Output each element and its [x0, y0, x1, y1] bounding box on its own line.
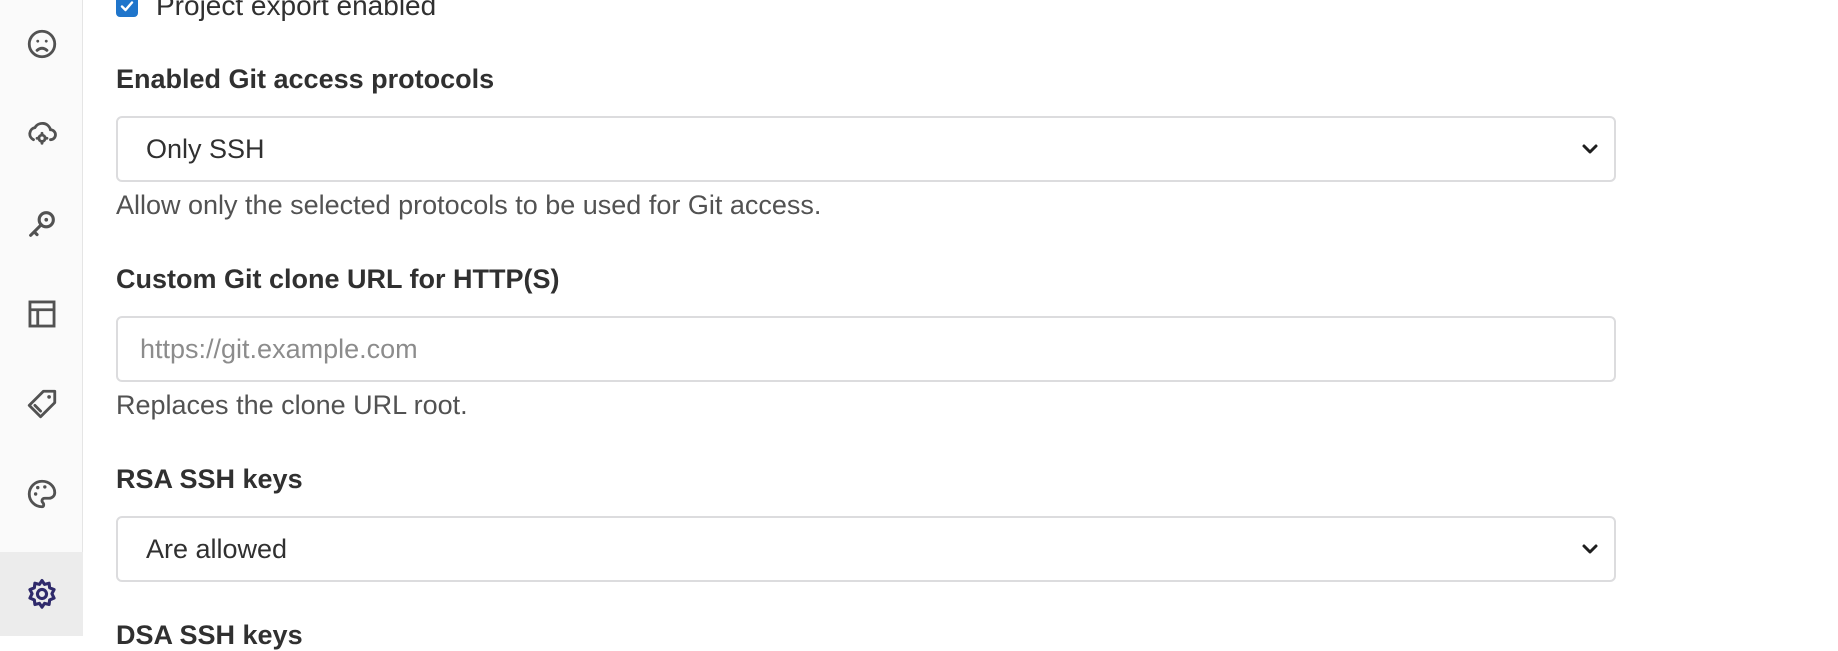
- key-icon: [28, 211, 55, 237]
- settings-gear-icon: [27, 578, 56, 609]
- clone-url-input[interactable]: [138, 332, 1614, 366]
- rsa-keys-label: RSA SSH keys: [116, 464, 303, 494]
- clone-url-label: Custom Git clone URL for HTTP(S): [116, 264, 560, 294]
- git-protocols-value: Only SSH: [146, 133, 265, 164]
- checkmark-icon: [120, 1, 134, 12]
- sidebar-item-settings[interactable]: [0, 552, 83, 636]
- project-export-label: Project export enabled: [156, 0, 437, 21]
- project-export-row: Project export enabled: [116, 0, 436, 22]
- sidebar-item-templates[interactable]: [0, 284, 83, 344]
- chevron-down-icon: [1582, 144, 1598, 154]
- clone-url-help: Replaces the clone URL root.: [116, 390, 468, 420]
- project-export-checkbox[interactable]: [116, 0, 138, 17]
- label-tag-icon: [27, 389, 56, 419]
- rsa-keys-value: Are allowed: [146, 533, 288, 564]
- palette-icon: [27, 479, 56, 509]
- chevron-down-icon: [1582, 544, 1598, 554]
- layout-icon: [28, 300, 55, 328]
- frown-face-icon: [27, 29, 56, 59]
- sidebar-item-deploy[interactable]: [0, 104, 83, 164]
- git-protocols-select[interactable]: Only SSH: [116, 116, 1616, 182]
- sidebar-item-credentials[interactable]: [0, 194, 83, 254]
- rsa-keys-select[interactable]: Are allowed: [116, 516, 1616, 582]
- clone-url-field[interactable]: [116, 316, 1616, 382]
- sidebar-item-labels[interactable]: [0, 374, 83, 434]
- sidebar-item-appearance[interactable]: [0, 464, 83, 524]
- cloud-gear-icon: [27, 121, 57, 145]
- sidebar: [0, 0, 83, 636]
- git-protocols-help: Allow only the selected protocols to be …: [116, 190, 822, 220]
- git-protocols-label: Enabled Git access protocols: [116, 64, 495, 94]
- sidebar-item-monitoring[interactable]: [0, 14, 83, 74]
